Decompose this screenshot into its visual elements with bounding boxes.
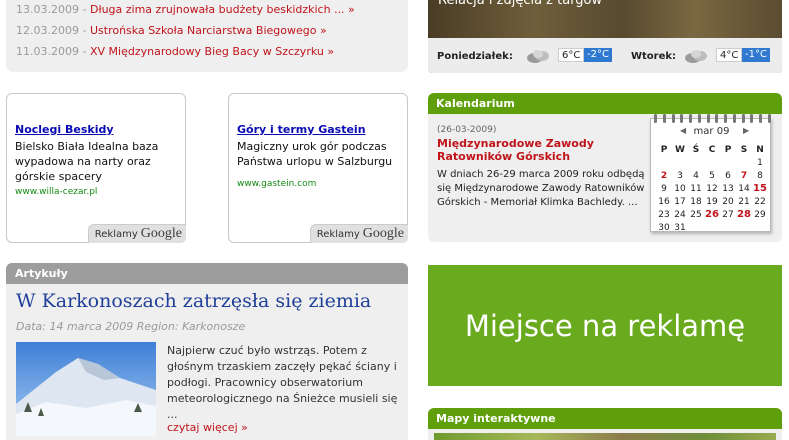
- weather-caption-link[interactable]: Relacja i zdjęcia z targów: [438, 0, 602, 8]
- temp-min: -2°C: [584, 48, 612, 62]
- ad-description: Magiczny urok gór podczas Państwa urlopu…: [237, 140, 393, 168]
- event-title-link[interactable]: Międzynarodowe Zawody Ratowników Górskic…: [437, 137, 642, 163]
- calendar-day[interactable]: 7: [736, 170, 752, 182]
- calendar-empty-cell: [688, 157, 704, 169]
- maps-header: Mapy interaktywne: [428, 408, 782, 429]
- weekday-label: P: [660, 145, 668, 155]
- temp-min: -1°C: [742, 48, 770, 62]
- news-link[interactable]: Ustrońska Szkoła Narciarstwa Biegowego »: [90, 24, 327, 37]
- google-ad[interactable]: Góry i termy Gastein Magiczny urok gór p…: [228, 93, 408, 243]
- calendar-day[interactable]: 11: [688, 183, 704, 195]
- next-month-arrow-icon[interactable]: ▶: [743, 126, 749, 135]
- weather-forecast-bar: Poniedziałek: 6°C -2°C Wtorek: 4°C -1°C: [428, 38, 782, 73]
- calendar-empty-cell: [672, 157, 688, 169]
- weather-widget: Relacja i zdjęcia z targów Poniedziałek:…: [428, 0, 782, 73]
- temp-max: 6°C: [558, 48, 585, 62]
- news-item[interactable]: 12.03.2009 - Ustrońska Szkoła Narciarstw…: [16, 24, 327, 37]
- weekday-label: W: [675, 145, 685, 155]
- calendar-day[interactable]: 16: [656, 196, 672, 208]
- google-logo: Google: [140, 226, 182, 241]
- maps-box: Mapy interaktywne: [428, 408, 782, 440]
- calendar-day[interactable]: 4: [688, 170, 704, 182]
- cloud-icon: [685, 50, 707, 63]
- calendar-day[interactable]: 27: [720, 209, 736, 221]
- calendar-empty-cell: [720, 157, 736, 169]
- calendar-day[interactable]: 26: [704, 209, 720, 221]
- calendar-day[interactable]: 18: [688, 196, 704, 208]
- article-thumbnail[interactable]: [16, 342, 156, 436]
- calendar-widget: ◀ mar 09 ▶ P W Ś C P S N 1 2 3 4 5 6 7 8 9 10 11 12 13 14 15 1…: [650, 118, 771, 234]
- articles-header: Artykuły: [6, 263, 408, 284]
- calendar-rings: [654, 114, 771, 123]
- calendar-month: mar 09: [693, 126, 730, 137]
- article-title-link[interactable]: W Karkonoszach zatrzęsła się ziemia: [16, 290, 371, 312]
- ads-by-google-badge[interactable]: Reklamy Google: [309, 224, 408, 243]
- calendar-day[interactable]: 23: [656, 209, 672, 221]
- article-meta: Data: 14 marca 2009 Region: Karkonosze: [16, 320, 246, 333]
- calendar-day[interactable]: 1: [752, 157, 768, 169]
- calendar-empty-cell: [704, 157, 720, 169]
- weekday-label: N: [756, 145, 764, 155]
- ad-placeholder-banner[interactable]: Miejsce na reklamę: [428, 265, 782, 386]
- calendar-empty-cell: [736, 157, 752, 169]
- news-date: 11.03.2009: [16, 45, 79, 58]
- news-item[interactable]: 13.03.2009 - Długa zima zrujnowała budże…: [16, 3, 355, 16]
- articles-box: Artykuły W Karkonoszach zatrzęsła się zi…: [6, 263, 408, 440]
- ad-url[interactable]: www.willa-cezar.pl: [15, 187, 97, 197]
- calendar-day[interactable]: 17: [672, 196, 688, 208]
- news-box: 13.03.2009 - Długa zima zrujnowała budże…: [6, 0, 408, 72]
- weekday-label: C: [708, 145, 716, 155]
- ad-url[interactable]: www.gastein.com: [237, 179, 316, 189]
- calendar-day[interactable]: 13: [720, 183, 736, 195]
- ad-title-link[interactable]: Noclegi Beskidy: [15, 123, 114, 136]
- kalendarium-box: Kalendarium (26-03-2009) Międzynarodowe …: [428, 93, 782, 242]
- calendar-day[interactable]: 9: [656, 183, 672, 195]
- calendar-day[interactable]: 2: [656, 170, 672, 182]
- ads-by-google-badge[interactable]: Reklamy Google: [87, 224, 186, 243]
- map-preview[interactable]: [434, 433, 776, 440]
- news-date: 13.03.2009: [16, 3, 79, 16]
- calendar-day[interactable]: 5: [704, 170, 720, 182]
- calendar-day[interactable]: 12: [704, 183, 720, 195]
- calendar-day[interactable]: 30: [656, 222, 672, 234]
- weekday-label: S: [740, 145, 748, 155]
- calendar-day[interactable]: 10: [672, 183, 688, 195]
- calendar-day[interactable]: 31: [672, 222, 688, 234]
- google-logo: Google: [362, 226, 404, 241]
- ad-description: Bielsko Biała Idealna baza wypadowa na n…: [15, 140, 159, 183]
- news-date: 12.03.2009: [16, 24, 79, 37]
- weather-day-label: Wtorek:: [631, 51, 677, 62]
- ad-title-link[interactable]: Góry i termy Gastein: [237, 123, 366, 136]
- calendar-day[interactable]: 25: [688, 209, 704, 221]
- weather-day-label: Poniedziałek:: [437, 51, 513, 62]
- news-link[interactable]: Długa zima zrujnowała budżety beskidzkic…: [90, 3, 355, 16]
- calendar-empty-cell: [656, 157, 672, 169]
- calendar-day[interactable]: 3: [672, 170, 688, 182]
- news-link[interactable]: XV Międzynarodowy Bieg Bacy w Szczyrku »: [90, 45, 334, 58]
- cloud-icon: [527, 50, 549, 63]
- calendar-day[interactable]: 22: [752, 196, 768, 208]
- calendar-day[interactable]: 20: [720, 196, 736, 208]
- calendar-day[interactable]: 14: [736, 183, 752, 195]
- calendar-day[interactable]: 8: [752, 170, 768, 182]
- news-item[interactable]: 11.03.2009 - XV Międzynarodowy Bieg Bacy…: [16, 45, 334, 58]
- weekday-label: Ś: [692, 145, 700, 155]
- kalendarium-header: Kalendarium: [428, 93, 782, 114]
- calendar-day[interactable]: 15: [752, 183, 768, 195]
- event-description: W dniach 26-29 marca 2009 roku odbędą si…: [437, 169, 645, 208]
- temp-max: 4°C: [716, 48, 743, 62]
- calendar-day[interactable]: 19: [704, 196, 720, 208]
- calendar-day[interactable]: 6: [720, 170, 736, 182]
- article-excerpt: Najpierw czuć było wstrząs. Potem z głoś…: [167, 344, 398, 421]
- calendar-day[interactable]: 24: [672, 209, 688, 221]
- event-date: (26-03-2009): [437, 125, 497, 135]
- calendar-day[interactable]: 28: [736, 209, 752, 221]
- calendar-grid: P W Ś C P S N 1 2 3 4 5 6 7 8 9 10 11 12 13 14 15 16 17 18 19 20 21…: [656, 144, 768, 234]
- weekday-label: P: [724, 145, 732, 155]
- read-more-link[interactable]: czytaj więcej »: [167, 421, 248, 434]
- calendar-day[interactable]: 21: [736, 196, 752, 208]
- ad-placeholder-text: Miejsce na reklamę: [464, 308, 746, 343]
- google-ad[interactable]: Noclegi Beskidy Bielsko Biała Idealna ba…: [6, 93, 186, 243]
- calendar-day[interactable]: 29: [752, 209, 768, 221]
